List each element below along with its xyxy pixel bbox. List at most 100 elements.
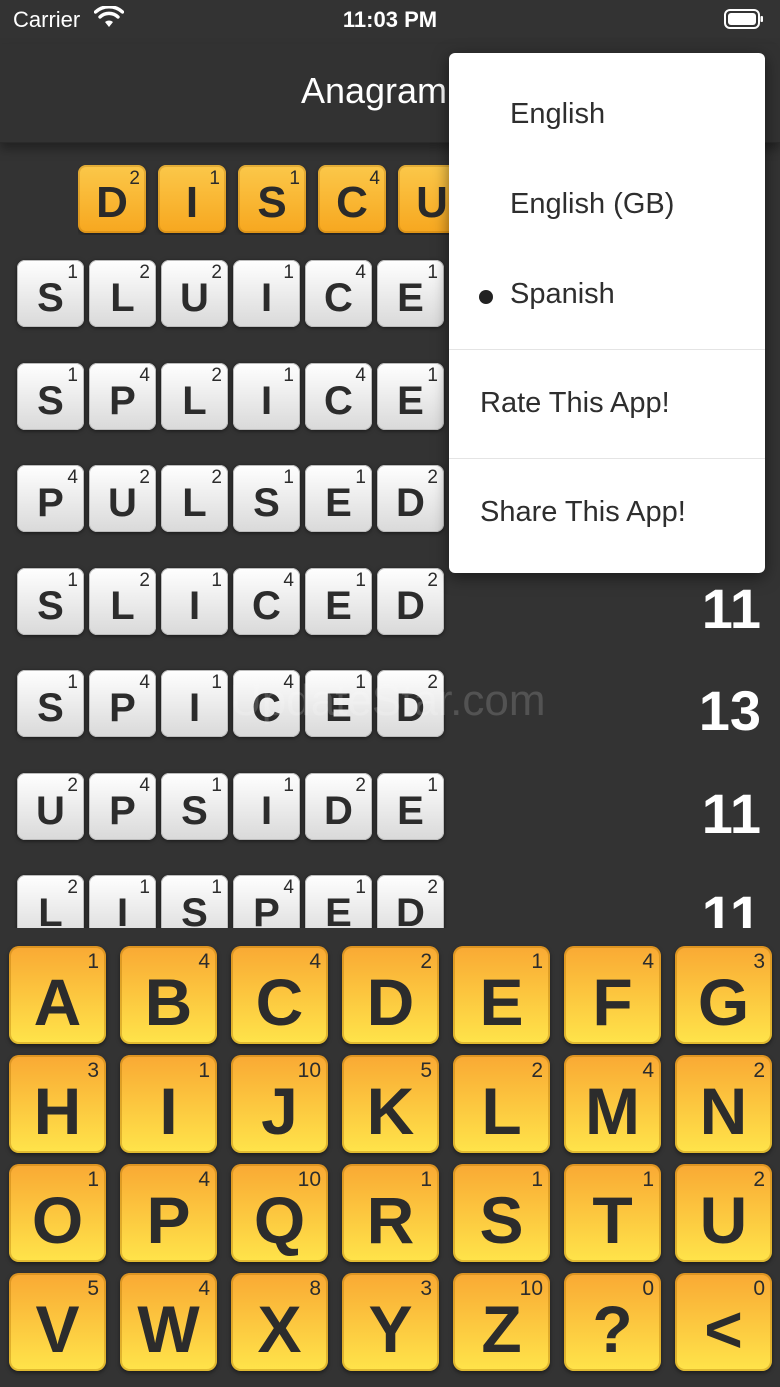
tile-score: 2 (427, 877, 438, 898)
key-i[interactable]: I1 (120, 1055, 217, 1153)
word-tile: U2 (161, 260, 228, 327)
status-clock: 11:03 PM (342, 7, 438, 32)
word-tile: C4 (305, 362, 372, 430)
word-tile: E1 (305, 465, 372, 532)
input-tiles-row: D2I1S1C4U2 (78, 165, 498, 235)
tile-score: 1 (283, 364, 294, 386)
key-k[interactable]: K5 (342, 1055, 439, 1153)
key-l[interactable]: L2 (453, 1055, 550, 1153)
key-n[interactable]: N2 (675, 1055, 772, 1153)
key-h[interactable]: H3 (9, 1055, 106, 1153)
key-s[interactable]: S1 (453, 1164, 550, 1262)
key-score: 3 (87, 1059, 99, 1082)
key-a[interactable]: A1 (9, 946, 106, 1044)
key-m[interactable]: M4 (564, 1055, 661, 1153)
tile-score: 2 (139, 262, 150, 283)
key-j[interactable]: J 10 (231, 1055, 328, 1153)
key-letter: R (366, 1183, 415, 1257)
word-tile: I1 (89, 875, 156, 928)
word-row[interactable]: U 2 P 4 S 1 I 1 D 2 E 1 11 (17, 772, 767, 845)
input-tile[interactable]: D2 (78, 165, 146, 233)
menu-item-label: English (510, 98, 606, 130)
tile-score: 1 (283, 774, 294, 796)
key-score: 1 (87, 950, 99, 973)
word-tile: I1 (161, 670, 228, 737)
key-score: 8 (309, 1277, 321, 1300)
word-tile: D2 (377, 465, 444, 532)
menu-item-spanish[interactable]: Spanish (449, 278, 765, 328)
menu-item-label: English (GB) (510, 188, 675, 220)
word-tile: L2 (161, 362, 228, 430)
key-g[interactable]: G3 (675, 946, 772, 1044)
key-e[interactable]: E1 (453, 946, 550, 1044)
key-q[interactable]: Q 10 (231, 1164, 328, 1262)
word-tile: E1 (305, 567, 372, 635)
share-app-menu-item[interactable]: Share This App! (449, 496, 765, 546)
key-letter: L (481, 1074, 522, 1148)
tile-score: 1 (427, 774, 438, 796)
key-letter: H (33, 1074, 82, 1148)
word-tile: U2 (89, 465, 156, 532)
key-x[interactable]: X8 (231, 1273, 328, 1371)
input-tile[interactable]: C4 (318, 165, 386, 233)
key-o[interactable]: O1 (9, 1164, 106, 1262)
tile-score: 2 (211, 467, 222, 488)
key-v[interactable]: V5 (9, 1273, 106, 1371)
menu-item-english-gb[interactable]: English (GB) (449, 188, 765, 238)
key-t[interactable]: T1 (564, 1164, 661, 1262)
word-tile: S1 (161, 875, 228, 928)
word-tile: L2 (89, 567, 156, 635)
key-score: 1 (87, 1168, 99, 1191)
tile-score: 4 (139, 672, 150, 693)
tile-score: 1 (67, 569, 78, 591)
key-b[interactable]: B4 (120, 946, 217, 1044)
tile-score: 4 (139, 364, 150, 386)
word-tile: I1 (233, 362, 300, 430)
word-row[interactable]: L 2 I 1 S 1 P 4 E 1 D 2 11 (17, 875, 767, 928)
menu-item-english[interactable]: English (449, 98, 765, 148)
key-score: 1 (198, 1059, 210, 1082)
key-score: 2 (420, 950, 432, 973)
tile-score: 2 (129, 168, 140, 189)
key-r[interactable]: R1 (342, 1164, 439, 1262)
word-row[interactable]: S 1 P 4 I 1 C 4 E 1 D 2 13 (17, 670, 767, 742)
key-score: 4 (642, 950, 654, 973)
word-tile: E1 (377, 362, 444, 430)
rate-app-menu-item[interactable]: Rate This App! (449, 387, 765, 437)
input-tile[interactable]: S1 (238, 165, 306, 233)
key-z[interactable]: Z 10 (453, 1273, 550, 1371)
key-f[interactable]: F4 (564, 946, 661, 1044)
word-tile: S1 (233, 465, 300, 532)
key-y[interactable]: Y3 (342, 1273, 439, 1371)
key-letter: Z (481, 1292, 522, 1366)
key-c[interactable]: C4 (231, 946, 328, 1044)
key-u[interactable]: U2 (675, 1164, 772, 1262)
word-row[interactable]: S 1 L 2 I 1 C 4 E 1 D 2 11 (17, 567, 767, 640)
key-p[interactable]: P4 (120, 1164, 217, 1262)
key-score: 10 (297, 1059, 321, 1082)
key-letter: O (31, 1183, 84, 1257)
backspace-key[interactable]: <0 (675, 1273, 772, 1371)
menu-item-label: Rate This App! (480, 387, 670, 419)
key-score: 10 (519, 1277, 543, 1300)
word-tile: E1 (377, 772, 444, 840)
tile-score: 2 (355, 774, 366, 796)
tile-score: 2 (211, 364, 222, 386)
tile-score: 1 (355, 672, 366, 693)
tile-score: 1 (211, 569, 222, 591)
tile-score: 4 (139, 774, 150, 796)
key-letter: ? (592, 1292, 633, 1366)
input-tile[interactable]: I1 (158, 165, 226, 233)
key-score: 4 (198, 1168, 210, 1191)
word-tile: D2 (377, 875, 444, 928)
key-d[interactable]: D2 (342, 946, 439, 1044)
key-letter: S (479, 1183, 524, 1257)
tile-score: 1 (283, 467, 294, 488)
blank-tile-key[interactable]: ? 0 (564, 1273, 661, 1371)
word-tile: S1 (17, 260, 84, 327)
key-w[interactable]: W4 (120, 1273, 217, 1371)
word-tile: S1 (17, 567, 84, 635)
key-score: 4 (642, 1059, 654, 1082)
tile-score: 1 (67, 262, 78, 283)
key-score: 1 (420, 1168, 432, 1191)
